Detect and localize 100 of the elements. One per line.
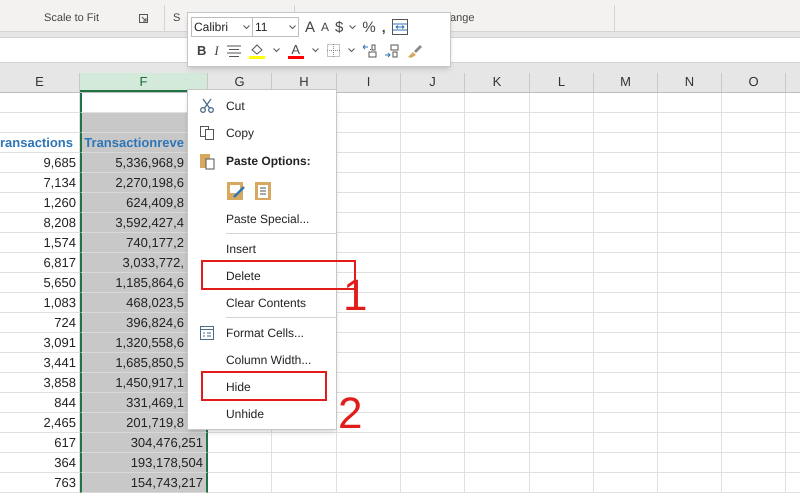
scissors-icon (199, 98, 215, 114)
table-cell (465, 293, 530, 313)
table-cell (658, 313, 722, 333)
comma-button[interactable]: , (382, 20, 386, 34)
align-center-icon[interactable] (226, 44, 241, 57)
paste-formatting-icon[interactable] (226, 179, 246, 201)
font-size-field[interactable]: 11 (253, 17, 299, 37)
decrease-decimal-icon[interactable] (384, 44, 399, 58)
table-cell (401, 373, 465, 393)
column-header[interactable]: F (80, 73, 208, 92)
table-cell (272, 473, 337, 493)
table-cell (658, 193, 722, 213)
table-cell (465, 113, 530, 133)
grow-font-button[interactable]: A (305, 20, 316, 34)
table-cell (530, 233, 594, 253)
dialog-launcher-icon[interactable] (139, 14, 148, 22)
table-cell (401, 233, 465, 253)
paintbrush-icon[interactable] (406, 42, 423, 59)
table-cell (594, 333, 658, 353)
table-cell (594, 233, 658, 253)
ribbon-group-label: ange (450, 10, 474, 26)
table-cell (594, 373, 658, 393)
table-cell (594, 253, 658, 273)
caret-icon[interactable] (289, 24, 296, 30)
table-cell (658, 353, 722, 373)
table-cell (658, 433, 722, 453)
column-header[interactable]: J (401, 73, 465, 92)
table-cell (658, 153, 722, 173)
table-cell (530, 193, 594, 213)
table-cell (658, 253, 722, 273)
table-cell (722, 373, 786, 393)
table-cell (401, 333, 465, 353)
font-color-button[interactable]: A (288, 42, 304, 59)
column-header[interactable]: M (594, 73, 658, 92)
table-cell (594, 433, 658, 453)
table-cell (722, 213, 786, 233)
caret-icon[interactable] (243, 24, 250, 30)
table-cell (594, 293, 658, 313)
currency-button[interactable]: $ (335, 20, 344, 34)
table-cell (465, 233, 530, 253)
table-cell (594, 193, 658, 213)
fill-color-icon[interactable] (248, 42, 265, 59)
caret-icon[interactable] (312, 48, 319, 54)
column-header[interactable]: K (465, 73, 530, 92)
table-cell (722, 293, 786, 313)
table-cell (401, 293, 465, 313)
increase-decimal-icon[interactable] (362, 44, 377, 58)
table-cell (530, 393, 594, 413)
table-cell (272, 453, 337, 473)
column-header[interactable]: O (722, 73, 786, 92)
table-cell (722, 133, 786, 153)
table-cell (722, 273, 786, 293)
table-cell: 304,476,251 (80, 433, 208, 453)
table-cell (272, 433, 337, 453)
table-cell (465, 433, 530, 453)
font-name-field[interactable]: Calibri (191, 17, 253, 37)
shrink-font-button[interactable]: A (321, 21, 330, 33)
bold-button[interactable]: B (197, 41, 206, 60)
table-cell (722, 413, 786, 433)
table-cell (530, 253, 594, 273)
table-cell (465, 413, 530, 433)
caret-icon[interactable] (349, 24, 356, 30)
column-header[interactable]: N (658, 73, 722, 92)
table-cell (658, 173, 722, 193)
table-cell (465, 213, 530, 233)
table-cell (530, 133, 594, 153)
table-cell (658, 393, 722, 413)
table-cell (465, 133, 530, 153)
italic-button[interactable]: I (214, 41, 219, 60)
table-cell (530, 273, 594, 293)
borders-icon[interactable] (326, 44, 340, 58)
table-cell (594, 413, 658, 433)
table-cell (594, 313, 658, 333)
table-cell (658, 293, 722, 313)
table-cell: 154,743,217 (80, 473, 208, 493)
paste-icon[interactable] (254, 179, 272, 201)
table-cell (594, 393, 658, 413)
table-cell (594, 153, 658, 173)
table-cell (465, 333, 530, 353)
wrap-text-icon[interactable] (392, 19, 408, 35)
clipboard-icon (199, 152, 215, 170)
table-cell (530, 313, 594, 333)
table-cell (337, 473, 401, 493)
caret-icon[interactable] (272, 48, 280, 54)
caret-icon[interactable] (348, 48, 355, 54)
menu-item[interactable]: Cut (188, 92, 336, 119)
table-cell (401, 453, 465, 473)
table-cell (658, 233, 722, 253)
table-cell (401, 413, 465, 433)
table-cell (530, 453, 594, 473)
table-cell (465, 273, 530, 293)
table-cell (722, 113, 786, 133)
table-cell (401, 313, 465, 333)
column-header[interactable]: L (530, 73, 594, 92)
table-cell (465, 313, 530, 333)
table-cell (465, 473, 530, 493)
table-cell (722, 253, 786, 273)
table-cell (722, 193, 786, 213)
percent-button[interactable]: % (362, 20, 376, 34)
table-cell (658, 473, 722, 493)
